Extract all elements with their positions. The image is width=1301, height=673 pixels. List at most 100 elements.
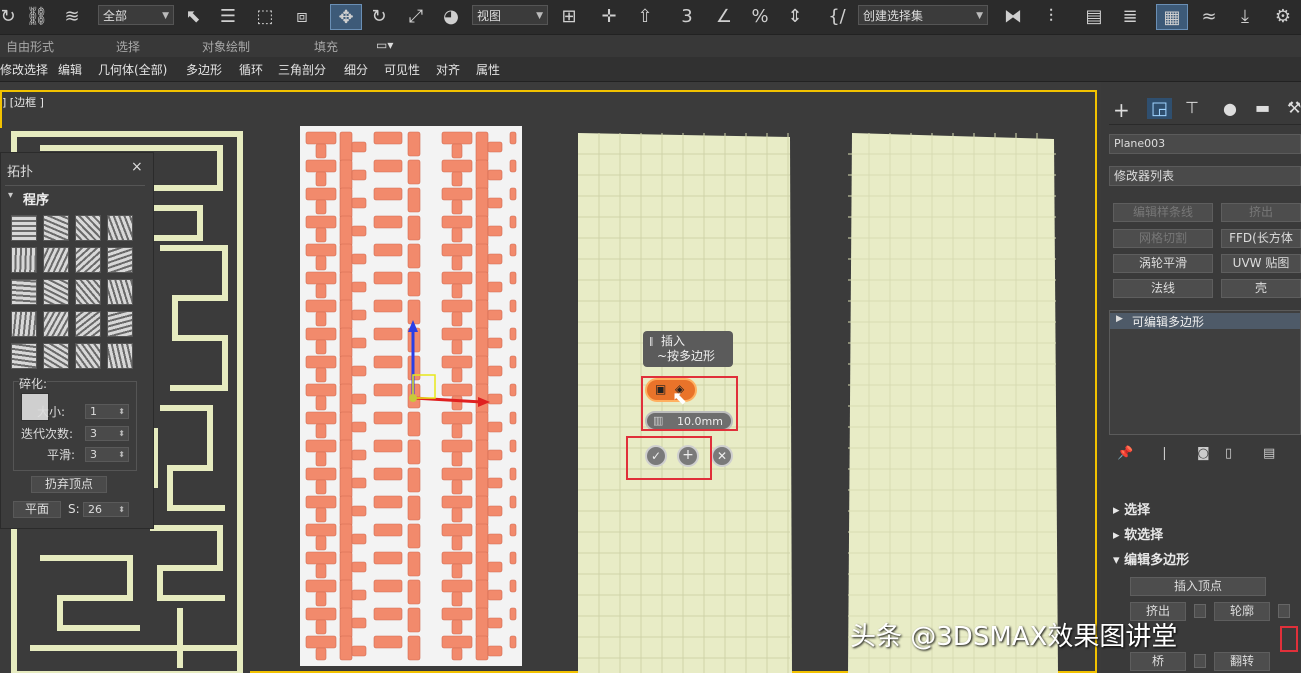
close-icon[interactable]: × bbox=[131, 159, 143, 175]
edit-named-selection-icon[interactable]: {/ bbox=[822, 4, 852, 28]
pattern-button[interactable] bbox=[11, 311, 37, 337]
tab-edit[interactable]: 编辑 bbox=[58, 61, 82, 78]
modifier-list-dropdown[interactable]: 修改器列表 bbox=[1109, 166, 1301, 186]
graphite-ribbon-icon[interactable]: ▦ bbox=[1156, 4, 1188, 30]
normal-button[interactable]: 法线 bbox=[1113, 279, 1213, 298]
selection-filter-dropdown[interactable]: 全部 ▼ bbox=[98, 5, 174, 25]
select-move-icon[interactable]: ✥ bbox=[330, 4, 362, 30]
flat-button[interactable]: 平面 bbox=[13, 501, 61, 518]
select-by-name-icon[interactable]: ☰ bbox=[214, 4, 242, 28]
pattern-button[interactable] bbox=[75, 343, 101, 369]
pattern-button[interactable] bbox=[43, 311, 69, 337]
extrude-modifier-button[interactable]: 挤出 bbox=[1221, 203, 1301, 222]
outline-button[interactable]: 轮廓 bbox=[1214, 602, 1270, 621]
tab-visibility[interactable]: 可见性 bbox=[384, 61, 420, 78]
rollout-selection[interactable]: ▸ 选择 bbox=[1113, 499, 1150, 518]
object-name-field[interactable]: Plane003 bbox=[1109, 134, 1301, 154]
make-unique-icon[interactable]: ◙ bbox=[1197, 446, 1210, 461]
pattern-button[interactable] bbox=[107, 247, 133, 273]
tab-align[interactable]: 对齐 bbox=[436, 61, 460, 78]
select-scale-icon[interactable]: ⤢ bbox=[402, 4, 430, 28]
rect-selection-region-icon[interactable]: ⬚ bbox=[252, 4, 278, 28]
rollout-soft-selection[interactable]: ▸ 软选择 bbox=[1113, 524, 1163, 543]
material-editor-icon[interactable]: ⚙ bbox=[1268, 4, 1298, 28]
tab-properties[interactable]: 属性 bbox=[476, 61, 500, 78]
modify-tab-icon[interactable]: ◲ bbox=[1147, 98, 1173, 119]
spinner-snap-icon[interactable]: ⇕ bbox=[782, 4, 808, 28]
procedures-section-title[interactable]: 程序 bbox=[23, 189, 49, 208]
keyboard-shortcut-override-icon[interactable]: ⇧ bbox=[632, 4, 658, 28]
grid-plane-4[interactable] bbox=[848, 133, 1060, 673]
tab-polygons[interactable]: 多边形 bbox=[186, 61, 222, 78]
turbosmooth-button[interactable]: 涡轮平滑 bbox=[1113, 254, 1213, 273]
select-rotate-icon[interactable]: ↻ bbox=[366, 4, 392, 28]
remove-modifier-icon[interactable]: ▯ bbox=[1225, 446, 1232, 461]
snaps-toggle-icon[interactable]: 3 bbox=[672, 4, 702, 28]
viewport-label[interactable]: ] [边框 ] bbox=[2, 94, 44, 110]
pattern-button[interactable] bbox=[43, 343, 69, 369]
named-selection-dropdown[interactable]: 创建选择集 ▼ bbox=[858, 5, 988, 25]
smooth-spinner[interactable]: 3 ⬍ bbox=[85, 447, 129, 462]
discard-vertices-button[interactable]: 扔弃顶点 bbox=[31, 476, 107, 493]
s-spinner[interactable]: 26 ⬍ bbox=[83, 502, 129, 517]
ribbon-group-populate[interactable]: 填充 bbox=[314, 38, 338, 55]
cancel-x-icon[interactable]: ✕ bbox=[711, 445, 733, 467]
mesh-cut-button[interactable]: 网格切割 bbox=[1113, 229, 1213, 248]
pattern-button[interactable] bbox=[43, 279, 69, 305]
angle-snap-icon[interactable]: ∠ bbox=[710, 4, 738, 28]
motion-tab-icon[interactable]: ● bbox=[1223, 99, 1237, 118]
pattern-button[interactable] bbox=[11, 215, 37, 241]
pattern-button[interactable] bbox=[107, 279, 133, 305]
rollout-edit-polygons[interactable]: ▾ 编辑多边形 bbox=[1113, 549, 1189, 568]
pattern-button[interactable] bbox=[107, 343, 133, 369]
pattern-button[interactable] bbox=[75, 247, 101, 273]
pattern-button[interactable] bbox=[43, 215, 69, 241]
link-icon[interactable]: ⛓ bbox=[24, 4, 50, 28]
pattern-button[interactable] bbox=[11, 279, 37, 305]
tab-loops[interactable]: 循环 bbox=[239, 61, 263, 78]
pattern-button[interactable] bbox=[11, 247, 37, 273]
pattern-button[interactable] bbox=[75, 215, 101, 241]
ribbon-group-object-paint[interactable]: 对象绘制 bbox=[202, 38, 250, 55]
reference-coord-dropdown[interactable]: 视图 ▼ bbox=[472, 5, 548, 25]
create-tab-icon[interactable]: + bbox=[1113, 98, 1130, 122]
insert-vertex-button[interactable]: 插入顶点 bbox=[1130, 577, 1266, 596]
window-crossing-icon[interactable]: ⧈ bbox=[288, 4, 316, 28]
expand-icon[interactable]: ▶ bbox=[1116, 314, 1123, 324]
ffd-box-button[interactable]: FFD(长方体 bbox=[1221, 229, 1301, 248]
configure-modifier-sets-icon[interactable]: ▤ bbox=[1263, 446, 1275, 461]
size-spinner[interactable]: 1 ⬍ bbox=[85, 404, 129, 419]
pin-stack-icon[interactable]: 📌 bbox=[1117, 446, 1133, 461]
move-gizmo[interactable] bbox=[400, 320, 495, 410]
collapse-icon[interactable]: ▾ bbox=[8, 190, 13, 201]
tab-subdivision[interactable]: 细分 bbox=[344, 61, 368, 78]
tab-modify-selection[interactable]: 修改选择 bbox=[0, 61, 48, 78]
shell-button[interactable]: 壳 bbox=[1221, 279, 1301, 298]
ribbon-group-freeform[interactable]: 自由形式 bbox=[6, 38, 54, 55]
ribbon-options-icon[interactable]: ▭▾ bbox=[376, 38, 393, 52]
pivot-center-icon[interactable]: ⊞ bbox=[556, 4, 582, 28]
edit-spline-button[interactable]: 编辑样条线 bbox=[1113, 203, 1213, 222]
pattern-button[interactable] bbox=[107, 311, 133, 337]
flip-button[interactable]: 翻转 bbox=[1214, 652, 1270, 671]
iterations-spinner[interactable]: 3 ⬍ bbox=[85, 426, 129, 441]
pattern-button[interactable] bbox=[11, 343, 37, 369]
select-place-icon[interactable]: ◕ bbox=[436, 4, 466, 28]
ribbon-group-selection[interactable]: 选择 bbox=[116, 38, 140, 55]
hierarchy-tab-icon[interactable]: ⊤ bbox=[1185, 98, 1199, 117]
extrude-settings-icon[interactable] bbox=[1194, 604, 1206, 618]
tab-geometry-all[interactable]: 几何体(全部) bbox=[98, 61, 167, 78]
pattern-button[interactable] bbox=[75, 311, 101, 337]
pattern-button[interactable] bbox=[75, 279, 101, 305]
select-object-icon[interactable]: ⬉ bbox=[180, 4, 206, 28]
align-icon[interactable]: ⫶ bbox=[1036, 4, 1066, 28]
select-manipulate-icon[interactable]: ✛ bbox=[596, 4, 622, 28]
bridge-button[interactable]: 桥 bbox=[1130, 652, 1186, 671]
layers-icon[interactable]: ≣ bbox=[1116, 4, 1144, 28]
show-end-result-icon[interactable]: ❘ bbox=[1159, 446, 1170, 461]
display-tab-icon[interactable]: ▬ bbox=[1255, 98, 1270, 117]
percent-snap-icon[interactable]: % bbox=[746, 4, 774, 28]
curve-editor-icon[interactable]: ≈ bbox=[1194, 4, 1224, 28]
stack-item[interactable]: ▶ 可编辑多边形 bbox=[1110, 313, 1300, 329]
bridge-settings-icon[interactable] bbox=[1194, 654, 1206, 668]
